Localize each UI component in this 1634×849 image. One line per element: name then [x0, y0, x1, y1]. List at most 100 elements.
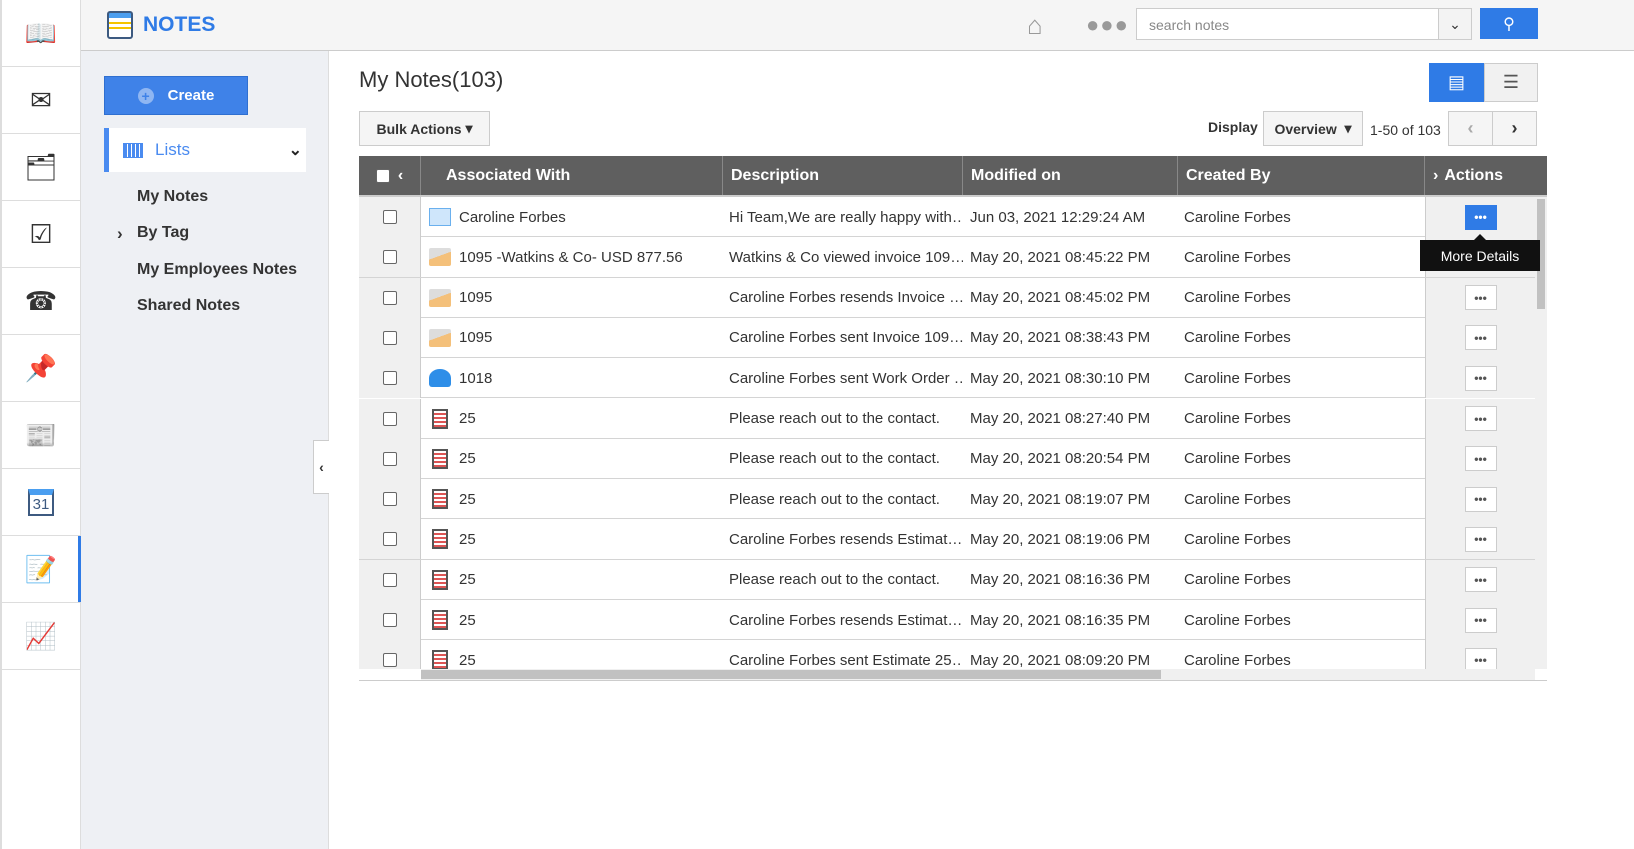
sidebar-item-by-tag[interactable]: › By Tag — [117, 224, 189, 243]
rail-item-task-calendar[interactable]: ☑ — [2, 201, 80, 268]
created-by-cell: Caroline Forbes — [1184, 248, 1291, 266]
grid-icon — [123, 142, 143, 158]
lists-dropdown[interactable]: Lists ⌄ — [104, 128, 306, 172]
search-dropdown-chevron-icon[interactable]: ⌄ — [1438, 8, 1472, 40]
select-all-checkbox[interactable] — [375, 168, 390, 183]
row-checkbox[interactable] — [382, 411, 397, 426]
bulk-actions-dropdown[interactable]: Bulk Actions ▾ — [359, 111, 490, 146]
row-checkbox[interactable] — [382, 492, 397, 507]
table-row[interactable]: 25 Caroline Forbes resends Estimat… May … — [359, 519, 1535, 560]
associated-with-cell: 1095 — [421, 318, 723, 358]
associated-with-link[interactable]: 1018 — [459, 370, 492, 387]
associated-with-link[interactable]: 1095 — [459, 329, 492, 346]
more-actions-button[interactable]: ••• — [1464, 365, 1497, 391]
associated-with-link[interactable]: 25 — [459, 652, 476, 669]
actions-cell: ••• — [1425, 438, 1535, 479]
more-actions-button[interactable]: ••• — [1464, 406, 1497, 431]
row-checkbox[interactable] — [382, 532, 397, 547]
associated-with-link[interactable]: 25 — [459, 450, 476, 467]
invoice-icon — [429, 248, 451, 267]
row-checkbox[interactable] — [382, 451, 397, 466]
more-actions-button[interactable]: ••• — [1464, 446, 1497, 472]
table-row[interactable]: 25 Please reach out to the contact. May … — [359, 398, 1535, 439]
row-checkbox[interactable] — [382, 653, 397, 668]
more-actions-button[interactable]: ••• — [1464, 204, 1497, 230]
more-actions-button[interactable]: ••• — [1464, 567, 1497, 593]
associated-with-link[interactable]: 25 — [459, 571, 476, 588]
rail-item-mail[interactable]: ✉ — [2, 67, 80, 134]
form-icon: 📰 — [24, 419, 58, 450]
more-actions-button[interactable]: ••• — [1464, 285, 1497, 311]
row-checkbox[interactable] — [382, 613, 397, 627]
collapse-sidebar-button[interactable]: ‹ — [313, 440, 329, 494]
horizontal-scrollbar[interactable] — [421, 669, 1535, 680]
sidebar-item-shared-notes[interactable]: Shared Notes — [137, 297, 240, 315]
table-row[interactable]: 25 Please reach out to the contact. May … — [359, 559, 1535, 600]
table-row[interactable]: 1095 Caroline Forbes sent Invoice 109… M… — [359, 317, 1535, 359]
table-row[interactable]: 25 Caroline Forbes resends Estimat… May … — [359, 600, 1535, 641]
work-order-icon — [429, 369, 451, 388]
rail-item-calendar-31[interactable]: 31 — [2, 469, 80, 536]
associated-with-cell: 1095 — [421, 278, 723, 318]
more-actions-button[interactable]: ••• — [1464, 325, 1497, 351]
search-button[interactable]: ⚲ — [1480, 8, 1538, 39]
description-cell: Please reach out to the contact. — [729, 571, 940, 589]
sidebar-item-my-notes[interactable]: My Notes — [137, 188, 208, 206]
rail-item-chart[interactable]: 📈 — [2, 603, 80, 670]
row-checkbox[interactable] — [382, 250, 397, 265]
horizontal-scroll-thumb[interactable] — [421, 670, 1161, 679]
associated-with-link[interactable]: Caroline Forbes — [459, 209, 566, 226]
table-row[interactable]: 25 Please reach out to the contact. May … — [359, 438, 1535, 480]
more-actions-button[interactable]: ••• — [1464, 607, 1497, 633]
table-row[interactable]: 25 Caroline Forbes sent Estimate 25… May… — [359, 640, 1535, 669]
grid-view-button[interactable]: ▤ — [1429, 63, 1484, 102]
table-row[interactable]: 1095 Caroline Forbes resends Invoice … M… — [359, 277, 1535, 318]
pagination-range: 1-50 of 103 — [1370, 122, 1441, 138]
estimate-icon — [432, 569, 448, 590]
rail-item-pin[interactable]: 📌 — [2, 335, 80, 402]
next-page-button[interactable]: › — [1492, 111, 1537, 146]
row-checkbox[interactable] — [382, 210, 397, 224]
row-checkbox[interactable] — [382, 290, 397, 305]
more-actions-button[interactable]: ••• — [1464, 647, 1497, 669]
rail-item-phone[interactable]: ☎ — [2, 268, 80, 335]
row-checkbox[interactable] — [382, 371, 397, 386]
more-icon[interactable]: ●●● — [1086, 12, 1129, 38]
chevron-left-icon[interactable]: ‹ — [398, 167, 403, 185]
row-checkbox[interactable] — [382, 330, 397, 345]
associated-with-link[interactable]: 1095 -Watkins & Co- USD 877.56 — [459, 249, 683, 266]
display-select[interactable]: Overview ▾ — [1263, 111, 1363, 146]
table-row[interactable]: 25 Please reach out to the contact. May … — [359, 479, 1535, 520]
row-checkbox[interactable] — [382, 572, 397, 587]
associated-with-link[interactable]: 25 — [459, 612, 476, 629]
rail-item-contact-folder[interactable]: 🗂 — [2, 134, 80, 201]
search-input[interactable]: search notes — [1136, 8, 1472, 40]
list-view-button[interactable]: ☰ — [1484, 63, 1538, 102]
associated-with-link[interactable]: 25 — [459, 410, 476, 427]
more-actions-button[interactable]: ••• — [1464, 486, 1497, 512]
col-modified-on[interactable]: Modified on — [963, 156, 1178, 195]
associated-with-link[interactable]: 25 — [459, 491, 476, 508]
row-select-cell — [359, 277, 421, 318]
create-button[interactable]: + Create — [104, 76, 248, 115]
actions-cell: ••• — [1425, 358, 1535, 399]
table-row[interactable]: 1095 -Watkins & Co- USD 877.56 Watkins &… — [359, 237, 1535, 278]
row-select-cell — [359, 237, 421, 278]
sidebar-item-employees-notes[interactable]: My Employees Notes — [137, 261, 297, 279]
rail-item-form[interactable]: 📰 — [2, 402, 80, 469]
more-actions-button[interactable]: ••• — [1464, 526, 1497, 552]
table-row[interactable]: 1018 Caroline Forbes sent Work Order … M… — [359, 358, 1535, 399]
chart-icon: 📈 — [24, 620, 58, 651]
col-associated-with[interactable]: Associated With — [421, 156, 723, 195]
chevron-right-icon[interactable]: › — [1433, 167, 1438, 185]
col-description[interactable]: Description — [723, 156, 963, 195]
associated-with-link[interactable]: 25 — [459, 531, 476, 548]
associated-with-link[interactable]: 1095 — [459, 289, 492, 306]
rail-item-notes[interactable]: 📝 — [2, 536, 81, 603]
rail-item-book[interactable]: 📖 — [2, 0, 80, 67]
home-icon[interactable]: ⌂ — [1027, 10, 1043, 41]
col-created-by[interactable]: Created By — [1178, 156, 1425, 195]
description-cell: Please reach out to the contact. — [729, 450, 940, 468]
table-row[interactable]: Caroline Forbes Hi Team,We are really ha… — [359, 197, 1535, 238]
prev-page-button[interactable]: ‹ — [1448, 111, 1493, 146]
